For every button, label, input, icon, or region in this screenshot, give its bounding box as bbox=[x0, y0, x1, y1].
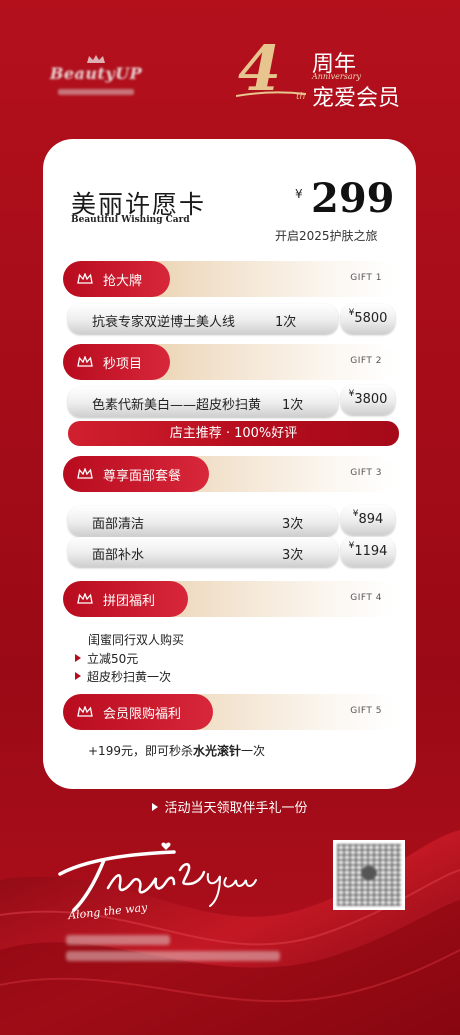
group-offer-line: 闺蜜同行双人购买 bbox=[88, 633, 185, 647]
section-header-gift-1: 抢大牌 GIFT 1 bbox=[63, 261, 396, 297]
crown-icon bbox=[77, 468, 93, 479]
item-price: ¥3800 bbox=[341, 385, 395, 415]
price-currency: ¥ bbox=[295, 187, 303, 201]
crown-icon bbox=[77, 273, 93, 284]
contact-phone-blurred bbox=[66, 935, 170, 945]
card-title-english: Beautiful Wishing Card bbox=[71, 215, 190, 225]
anniversary-emblem: 4 th 周年 Anniversary 宠爱会员 bbox=[236, 32, 416, 111]
crown-icon bbox=[77, 593, 93, 604]
gift-number: GIFT 4 bbox=[350, 593, 382, 603]
item-price: ¥5800 bbox=[341, 304, 395, 334]
logo-subtitle-blurred bbox=[58, 89, 134, 95]
anniversary-number: 4 bbox=[238, 32, 282, 105]
card-subtitle: 开启2025护肤之旅 bbox=[275, 229, 378, 243]
section-label: 抢大牌 bbox=[103, 274, 143, 289]
item-quantity: 1次 bbox=[282, 398, 304, 413]
section-label: 秒项目 bbox=[103, 357, 143, 372]
section-label: 会员限购福利 bbox=[103, 707, 182, 722]
brand-logo: BeautyUP bbox=[48, 54, 144, 102]
item-price: ¥894 bbox=[341, 505, 395, 535]
group-offer-line: 立减50元 bbox=[75, 650, 138, 667]
section-header-gift-4: 拼团福利 GIFT 4 bbox=[63, 581, 396, 617]
item-quantity: 3次 bbox=[282, 517, 304, 532]
item-quantity: 3次 bbox=[282, 548, 304, 563]
member-offer-text: +199元，即可秒杀水光滚针一次 bbox=[88, 744, 265, 758]
gift-number: GIFT 5 bbox=[350, 706, 382, 716]
crown-icon bbox=[77, 706, 93, 717]
group-offer-line: 超皮秒扫黄一次 bbox=[75, 668, 171, 685]
gift-number: GIFT 1 bbox=[350, 273, 382, 283]
section-header-gift-3: 尊享面部套餐 GIFT 3 bbox=[63, 456, 396, 492]
anniversary-suffix: th bbox=[296, 92, 306, 102]
item-quantity: 1次 bbox=[275, 315, 297, 330]
gift-number: GIFT 3 bbox=[350, 468, 382, 478]
logo-text: BeautyUP bbox=[49, 64, 143, 83]
item-row: 面部补水 3次 bbox=[68, 537, 338, 567]
anniversary-subtitle: 宠爱会员 bbox=[312, 86, 401, 111]
qr-code[interactable] bbox=[333, 840, 405, 910]
item-name: 色素代新美白——超皮秒扫黄 bbox=[92, 398, 262, 413]
section-header-gift-5: 会员限购福利 GIFT 5 bbox=[63, 694, 396, 730]
item-name: 面部补水 bbox=[92, 548, 145, 563]
wishing-card: 美丽许愿卡 Beautiful Wishing Card ¥ 299 开启202… bbox=[43, 139, 416, 789]
crown-icon bbox=[87, 55, 105, 63]
section-label: 尊享面部套餐 bbox=[103, 469, 182, 484]
section-label: 拼团福利 bbox=[103, 594, 156, 609]
card-price: 299 bbox=[311, 175, 395, 222]
item-row: 抗衰专家双逆博士美人线 1次 bbox=[68, 304, 338, 334]
item-name: 抗衰专家双逆博士美人线 bbox=[92, 315, 236, 330]
triangle-bullet-icon bbox=[75, 654, 81, 662]
item-row: 面部清洁 3次 bbox=[68, 506, 338, 536]
contact-address-blurred bbox=[66, 951, 280, 961]
triangle-bullet-icon bbox=[75, 672, 81, 680]
section-header-gift-2: 秒项目 GIFT 2 bbox=[63, 344, 396, 380]
item-name: 面部清洁 bbox=[92, 517, 145, 532]
crown-icon bbox=[77, 356, 93, 367]
gift-number: GIFT 2 bbox=[350, 356, 382, 366]
item-price: ¥1194 bbox=[341, 537, 395, 567]
item-row: 色素代新美白——超皮秒扫黄 1次 bbox=[68, 387, 338, 417]
recommend-banner: 店主推荐 · 100%好评 bbox=[68, 421, 399, 446]
